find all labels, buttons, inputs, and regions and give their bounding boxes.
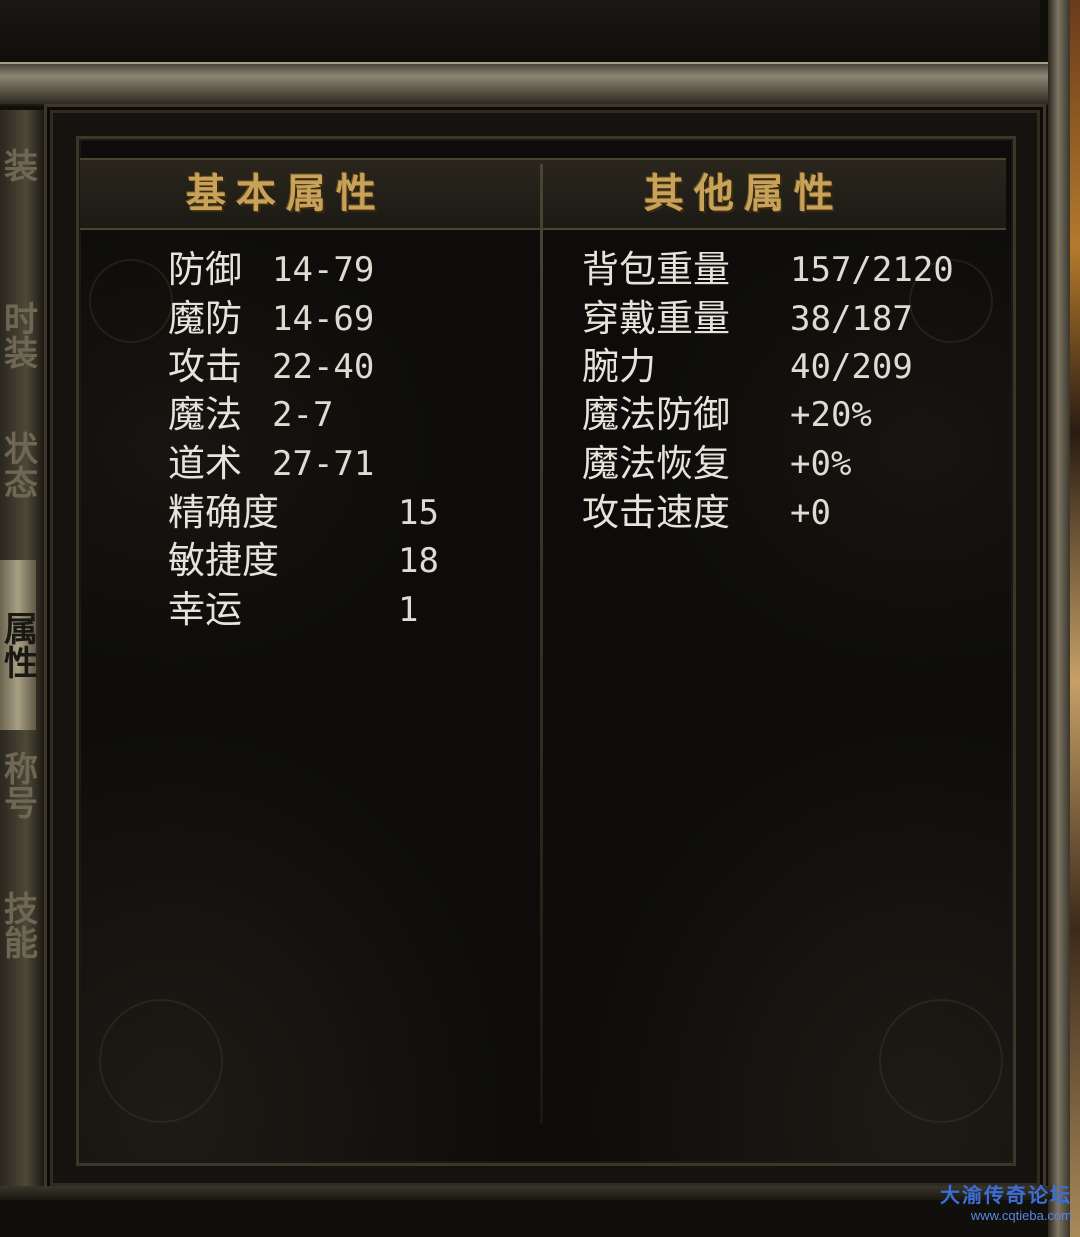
top-band: [0, 0, 1040, 64]
stat-value: 14-79: [272, 250, 375, 290]
stat-value: 27-71: [272, 444, 375, 484]
watermark-title: 大渝传奇论坛: [940, 1183, 1072, 1207]
basic-attributes-heading: 基本属性: [186, 170, 386, 217]
stat-label: 魔法防御: [582, 393, 730, 436]
character-attributes-window: 装 时装 状态 属性 称号 技能 基本属性 其他属性 防御 14-79 魔防 1…: [0, 0, 1080, 1237]
stat-value: 2-7: [272, 395, 334, 435]
corner-ornament: [99, 999, 223, 1123]
tab-equipment[interactable]: 装: [0, 110, 38, 220]
stat-label: 敏捷度: [168, 539, 279, 582]
stat-label: 幸运: [168, 588, 242, 631]
background-scene-strip: [1070, 0, 1080, 1237]
stat-value: 40/209: [790, 347, 913, 387]
tab-attributes[interactable]: 属性: [0, 560, 38, 730]
stat-label: 穿戴重量: [582, 297, 730, 340]
stat-label: 腕力: [582, 345, 656, 388]
top-frame-rail: [0, 62, 1052, 106]
right-frame-rail: [1048, 0, 1070, 1237]
forum-watermark: 大渝传奇论坛 www.cqtieba.com: [940, 1179, 1072, 1223]
stat-label: 攻击速度: [582, 491, 730, 534]
stat-label: 魔防: [168, 297, 242, 340]
other-attributes-heading: 其他属性: [644, 170, 844, 217]
stat-value: 38/187: [790, 299, 913, 339]
stat-value: +0%: [790, 444, 852, 484]
tab-fashion[interactable]: 时装: [0, 280, 38, 390]
side-tab-bar: 装 时装 状态 属性 称号 技能: [0, 110, 44, 1200]
corner-ornament: [89, 259, 173, 343]
stat-value: +20%: [790, 395, 872, 435]
stat-value: 14-69: [272, 299, 375, 339]
stat-label: 魔法恢复: [582, 442, 730, 485]
stat-label: 背包重量: [582, 248, 730, 291]
stat-label: 魔法: [168, 393, 242, 436]
stat-value: 15: [398, 493, 439, 533]
tab-skills[interactable]: 技能: [0, 870, 38, 980]
corner-ornament: [879, 999, 1003, 1123]
stat-value: 157/2120: [790, 250, 954, 290]
stat-label: 精确度: [168, 491, 279, 534]
stat-label: 道术: [168, 442, 242, 485]
tab-titles[interactable]: 称号: [0, 730, 38, 840]
stat-value: +0: [790, 493, 831, 533]
stat-value: 22-40: [272, 347, 375, 387]
watermark-url: www.cqtieba.com: [970, 1208, 1072, 1223]
stat-label: 攻击: [168, 345, 242, 388]
stat-label: 防御: [168, 248, 242, 291]
column-divider: [540, 164, 543, 1124]
bottom-frame-rail: [0, 1186, 1052, 1200]
stat-value: 18: [398, 541, 439, 581]
tab-status[interactable]: 状态: [0, 410, 38, 520]
stat-value: 1: [398, 590, 419, 630]
